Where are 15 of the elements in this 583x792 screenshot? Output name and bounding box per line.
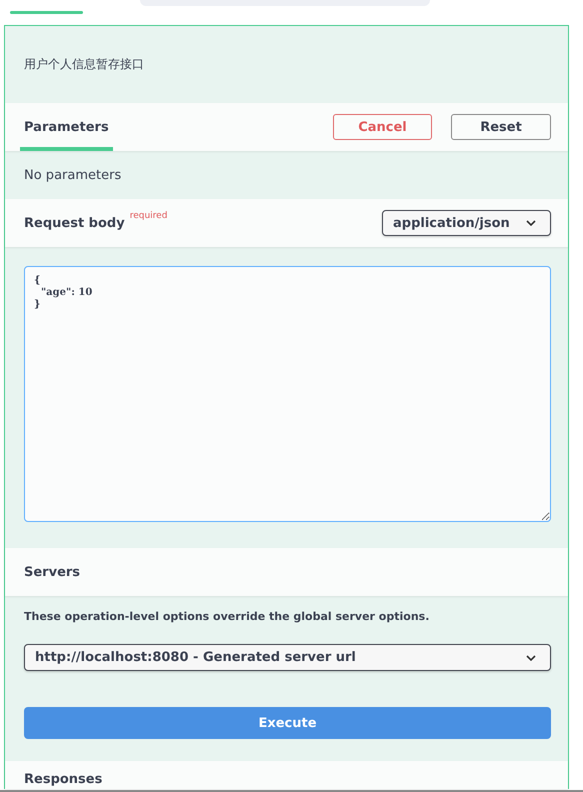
cancel-button[interactable]: Cancel bbox=[333, 114, 432, 140]
chevron-icon bbox=[526, 654, 536, 660]
reset-button[interactable]: Reset bbox=[451, 114, 551, 140]
no-parameters-text: No parameters bbox=[24, 168, 122, 182]
operation-description: 用户个人信息暂存接口 bbox=[24, 56, 144, 73]
servers-note: These operation-level options override the global server options. bbox=[24, 610, 430, 623]
chevron-icon bbox=[526, 220, 536, 226]
server-select[interactable]: http://localhost:8080 - Generated server url bbox=[24, 644, 551, 671]
section-title: Responses bbox=[24, 772, 102, 787]
required-label: required bbox=[130, 210, 168, 220]
request-body-editor[interactable]: { "age": 10 } bbox=[24, 266, 551, 522]
section-title: Request body bbox=[24, 216, 125, 230]
parameters-tab[interactable]: Parameters bbox=[20, 103, 113, 151]
section-title: Servers bbox=[24, 564, 80, 580]
media-type-select[interactable]: application/json bbox=[382, 210, 551, 236]
